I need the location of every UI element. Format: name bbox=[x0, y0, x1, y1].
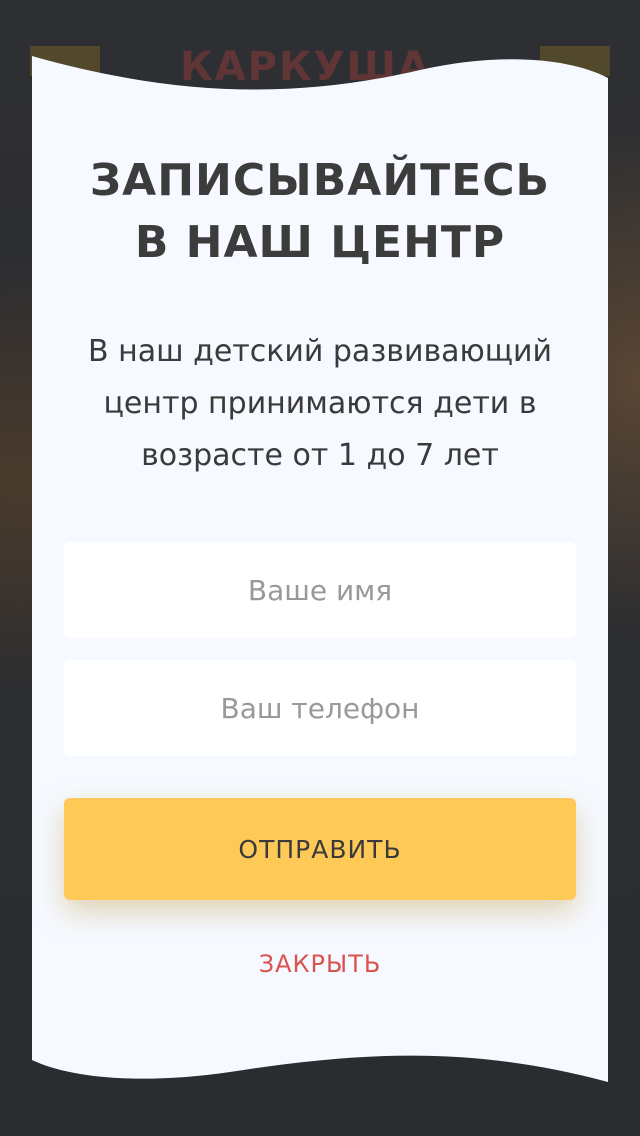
modal-title: ЗАПИСЫВАЙТЕСЬ В НАШ ЦЕНТР bbox=[89, 155, 551, 268]
signup-modal: ЗАПИСЫВАЙТЕСЬ В НАШ ЦЕНТР В наш детский … bbox=[32, 60, 608, 1070]
close-button[interactable]: ЗАКРЫТЬ bbox=[220, 950, 420, 990]
name-input[interactable] bbox=[64, 542, 576, 638]
phone-input[interactable] bbox=[64, 660, 576, 756]
submit-button[interactable]: ОТПРАВИТЬ bbox=[64, 798, 576, 900]
modal-description: В наш детский развивающий центр принимаю… bbox=[87, 334, 553, 473]
